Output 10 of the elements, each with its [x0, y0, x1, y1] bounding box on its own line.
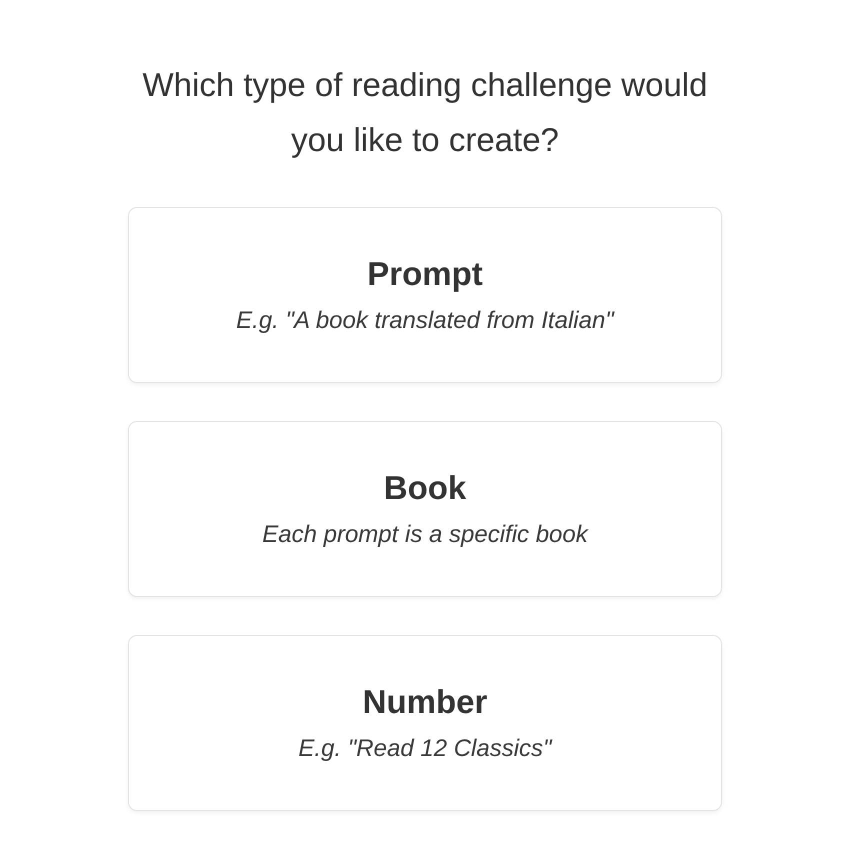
option-title: Number [362, 683, 488, 721]
challenge-type-option[interactable]: Prompt E.g. "A book translated from Italian" [128, 207, 722, 383]
option-title: Prompt [367, 255, 483, 293]
challenge-type-option[interactable]: Number E.g. "Read 12 Classics" [128, 635, 722, 811]
challenge-type-option[interactable]: Book Each prompt is a specific book [128, 421, 722, 597]
option-description: E.g. "Read 12 Classics" [298, 735, 552, 763]
option-description: Each prompt is a specific book [262, 521, 588, 549]
option-title: Book [384, 469, 466, 507]
option-description: E.g. "A book translated from Italian" [236, 307, 614, 335]
page-heading: Which type of reading challenge would you like to create? [141, 65, 708, 160]
